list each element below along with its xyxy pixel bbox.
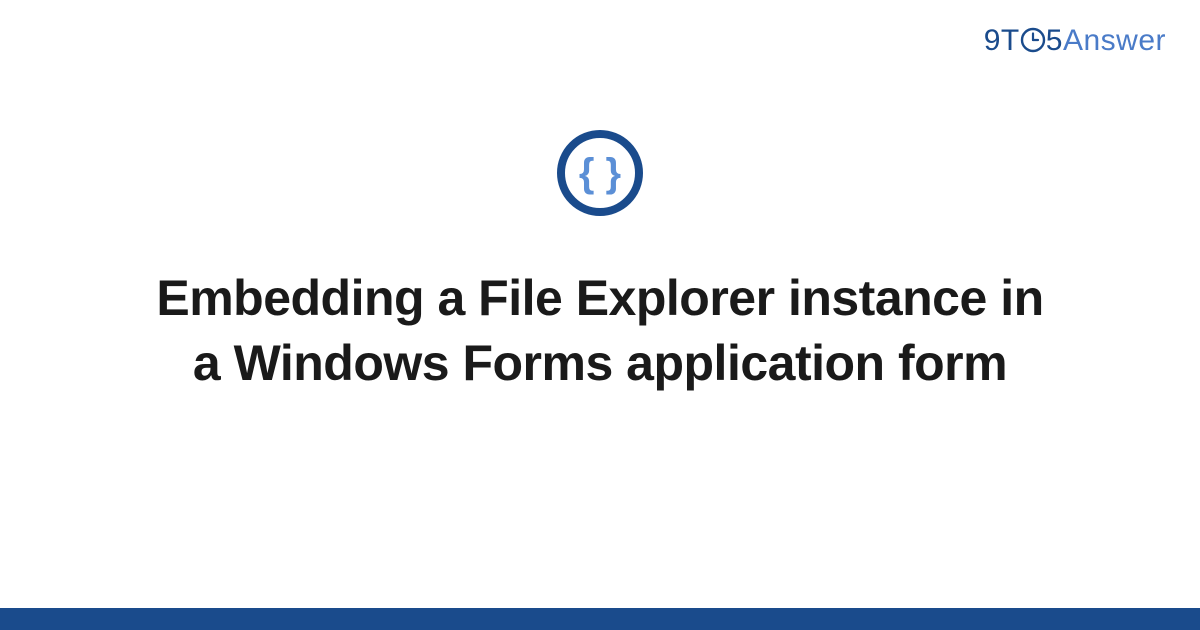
- main-content: { } Embedding a File Explorer instance i…: [0, 128, 1200, 396]
- clock-icon: [1020, 27, 1046, 53]
- svg-text:{ }: { }: [579, 151, 621, 195]
- site-brand-logo: 9T 5Answer: [984, 24, 1166, 58]
- brand-text-answer: Answer: [1063, 24, 1166, 57]
- code-braces-icon: { }: [555, 128, 645, 218]
- brand-text-9t: 9T: [984, 24, 1020, 57]
- page-title: Embedding a File Explorer instance in a …: [140, 266, 1060, 396]
- footer-accent-bar: [0, 608, 1200, 630]
- brand-text-5: 5: [1046, 24, 1063, 57]
